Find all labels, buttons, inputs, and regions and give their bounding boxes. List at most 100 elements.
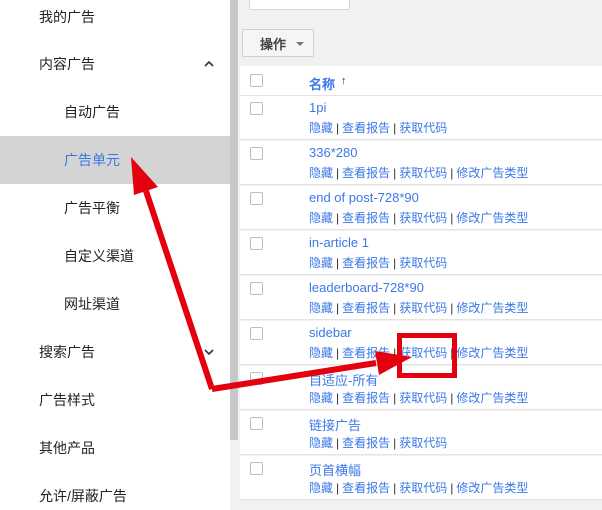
separator: | [393, 346, 397, 360]
separator: | [393, 256, 397, 270]
change-ad-type-link[interactable]: 修改广告类型 [456, 166, 528, 180]
row-actions: 隐藏 | 查看报告 | 获取代码 | 修改广告类型 [309, 389, 528, 406]
get-code-link[interactable]: 获取代码 [399, 121, 447, 135]
separator: | [336, 256, 340, 270]
row-checkbox[interactable] [250, 192, 263, 205]
row-actions: 隐藏 | 查看报告 | 获取代码 [309, 254, 447, 271]
ad-unit-name-link[interactable]: leaderboard-728*90 [309, 280, 424, 295]
nav-allow-block-ads[interactable]: 允许/屏蔽广告 [0, 472, 230, 510]
nav-ad-units[interactable]: 广告单元 [0, 136, 230, 184]
row-checkbox[interactable] [250, 372, 263, 385]
select-all-checkbox[interactable] [250, 74, 263, 87]
table-row: leaderboard-728*90 隐藏 | 查看报告 | 获取代码 | 修改广告类型 [240, 276, 602, 320]
hide-link[interactable]: 隐藏 [309, 301, 333, 315]
row-checkbox[interactable] [250, 462, 263, 475]
sort-ascending-icon: ↑ [341, 75, 347, 87]
get-code-link[interactable]: 获取代码 [399, 256, 447, 270]
change-ad-type-link[interactable]: 修改广告类型 [456, 346, 528, 360]
name-column-header[interactable]: 名称 [309, 74, 335, 93]
change-ad-type-link[interactable]: 修改广告类型 [456, 481, 528, 495]
row-checkbox[interactable] [250, 417, 263, 430]
hide-link[interactable]: 隐藏 [309, 166, 333, 180]
sidebar-nav: 我的广告 内容广告 自动广告 广告单元 广告平衡 自定义渠道 网址渠道 搜索广告… [0, 0, 230, 510]
row-checkbox[interactable] [250, 282, 263, 295]
table-row: 1pi 隐藏 | 查看报告 | 获取代码 [240, 96, 602, 140]
row-actions: 隐藏 | 查看报告 | 获取代码 | 修改广告类型 [309, 299, 528, 316]
get-code-link[interactable]: 获取代码 [399, 436, 447, 450]
get-code-link[interactable]: 获取代码 [399, 391, 447, 405]
hide-link[interactable]: 隐藏 [309, 256, 333, 270]
view-report-link[interactable]: 查看报告 [342, 166, 390, 180]
change-ad-type-link[interactable]: 修改广告类型 [456, 391, 528, 405]
separator: | [450, 166, 454, 180]
ad-unit-name-link[interactable]: in-article 1 [309, 235, 369, 250]
sidebar-scrollbar-track[interactable] [230, 440, 238, 510]
separator: | [393, 211, 397, 225]
row-checkbox[interactable] [250, 147, 263, 160]
nav-content-ads[interactable]: 内容广告 [0, 40, 230, 88]
sidebar-scrollbar-thumb[interactable] [230, 0, 238, 440]
row-checkbox[interactable] [250, 237, 263, 250]
top-control[interactable] [249, 0, 350, 10]
view-report-link[interactable]: 查看报告 [342, 436, 390, 450]
ad-unit-name-link[interactable]: end of post-728*90 [309, 190, 419, 205]
hide-link[interactable]: 隐藏 [309, 481, 333, 495]
get-code-link[interactable]: 获取代码 [399, 166, 447, 180]
operations-dropdown[interactable]: 操作 [242, 29, 314, 57]
nav-ad-balance[interactable]: 广告平衡 [0, 184, 230, 232]
nav-auto-ads[interactable]: 自动广告 [0, 88, 230, 136]
view-report-link[interactable]: 查看报告 [342, 211, 390, 225]
view-report-link[interactable]: 查看报告 [342, 391, 390, 405]
ad-unit-name-link[interactable]: 链接广告 [309, 415, 361, 434]
get-code-link[interactable]: 获取代码 [399, 346, 447, 360]
separator: | [336, 301, 340, 315]
table-row: in-article 1 隐藏 | 查看报告 | 获取代码 [240, 231, 602, 275]
view-report-link[interactable]: 查看报告 [342, 121, 390, 135]
nav-custom-channels[interactable]: 自定义渠道 [0, 232, 230, 280]
caret-down-icon [296, 42, 304, 46]
nav-ad-styles[interactable]: 广告样式 [0, 376, 230, 424]
separator: | [450, 346, 454, 360]
hide-link[interactable]: 隐藏 [309, 211, 333, 225]
row-actions: 隐藏 | 查看报告 | 获取代码 | 修改广告类型 [309, 344, 528, 361]
row-actions: 隐藏 | 查看报告 | 获取代码 | 修改广告类型 [309, 164, 528, 181]
table-row: 336*280 隐藏 | 查看报告 | 获取代码 | 修改广告类型 [240, 141, 602, 185]
table-header: 名称 ↑ [240, 66, 602, 96]
get-code-link[interactable]: 获取代码 [399, 301, 447, 315]
nav-search-ads[interactable]: 搜索广告 [0, 328, 230, 376]
get-code-link[interactable]: 获取代码 [399, 481, 447, 495]
nav-label: 广告单元 [64, 152, 120, 168]
hide-link[interactable]: 隐藏 [309, 436, 333, 450]
change-ad-type-link[interactable]: 修改广告类型 [456, 211, 528, 225]
separator: | [336, 211, 340, 225]
separator: | [393, 436, 397, 450]
separator: | [450, 481, 454, 495]
nav-other-products[interactable]: 其他产品 [0, 424, 230, 472]
view-report-link[interactable]: 查看报告 [342, 481, 390, 495]
operations-label: 操作 [260, 36, 287, 52]
separator: | [450, 211, 454, 225]
view-report-link[interactable]: 查看报告 [342, 301, 390, 315]
hide-link[interactable]: 隐藏 [309, 391, 333, 405]
change-ad-type-link[interactable]: 修改广告类型 [456, 301, 528, 315]
row-actions: 隐藏 | 查看报告 | 获取代码 [309, 434, 447, 451]
nav-label: 我的广告 [39, 9, 95, 25]
row-checkbox[interactable] [250, 327, 263, 340]
view-report-link[interactable]: 查看报告 [342, 346, 390, 360]
nav-my-ads[interactable]: 我的广告 [0, 0, 230, 41]
nav-label: 广告样式 [39, 392, 95, 408]
ad-unit-name-link[interactable]: 1pi [309, 100, 326, 115]
ad-unit-name-link[interactable]: 336*280 [309, 145, 357, 160]
get-code-link[interactable]: 获取代码 [399, 211, 447, 225]
hide-link[interactable]: 隐藏 [309, 121, 333, 135]
hide-link[interactable]: 隐藏 [309, 346, 333, 360]
ad-unit-name-link[interactable]: 页首横幅 [309, 460, 361, 479]
row-checkbox[interactable] [250, 102, 263, 115]
ad-unit-name-link[interactable]: sidebar [309, 325, 352, 340]
nav-label: 内容广告 [39, 56, 95, 72]
nav-label: 网址渠道 [64, 296, 120, 312]
ad-unit-name-link[interactable]: 自适应-所有 [309, 370, 378, 389]
separator: | [393, 121, 397, 135]
nav-url-channels[interactable]: 网址渠道 [0, 280, 230, 328]
view-report-link[interactable]: 查看报告 [342, 256, 390, 270]
